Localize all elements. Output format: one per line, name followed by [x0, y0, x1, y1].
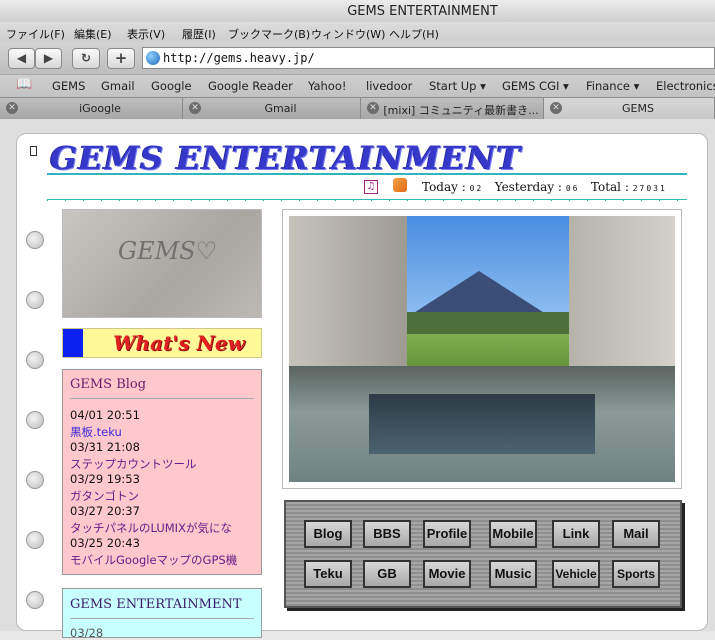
gems-sand-photo: GEMS♡ [62, 209, 262, 318]
tab-label: Gmail [264, 102, 297, 115]
close-icon[interactable]: ✕ [6, 102, 18, 114]
close-icon[interactable]: ✕ [550, 102, 562, 114]
bookmark-livedoor[interactable]: livedoor [366, 79, 412, 93]
tab-igoogle[interactable]: ✕ iGoogle [0, 98, 183, 119]
entry-link[interactable]: タッチパネルのLUMIXが気にな [70, 520, 232, 536]
nav-mobile-button[interactable]: Mobile [489, 520, 537, 548]
nav-link-button[interactable]: Link [552, 520, 600, 548]
menu-bar: ファイル(F) 編集(E) 表示(V) 履歴(I) ブックマーク(B) ウィンド… [0, 22, 715, 42]
bookmark-yahoo[interactable]: Yahoo! [308, 79, 346, 93]
menu-bookmarks[interactable]: ブックマーク(B) [228, 26, 310, 42]
nav-blog-button[interactable]: Blog [304, 520, 352, 548]
menu-edit[interactable]: 編集(E) [74, 26, 112, 42]
entry-link[interactable]: ガタンゴトン [70, 488, 139, 504]
music-icon[interactable]: ♫ [364, 180, 378, 194]
binder-hole-icon [26, 291, 44, 309]
small-image-icon [30, 146, 37, 156]
photo-scrawl-text: GEMS♡ [118, 237, 218, 265]
window-title: GEMS ENTERTAINMENT [347, 4, 498, 19]
total-label: Total : [590, 180, 629, 194]
nav-movie-button[interactable]: Movie [423, 560, 471, 588]
nav-mail-button[interactable]: Mail [612, 520, 660, 548]
binder-hole-icon [26, 351, 44, 369]
book-icon[interactable]: 📖 [16, 77, 32, 92]
bookmark-google-reader[interactable]: Google Reader [208, 79, 293, 93]
tab-label: [mixi] コミュニティ最新書き... [383, 104, 539, 117]
bookmark-gems-cgi[interactable]: GEMS CGI ▾ [502, 79, 569, 93]
nav-vehicle-button[interactable]: Vehicle [552, 560, 600, 588]
nav-bbs-button[interactable]: BBS [363, 520, 411, 548]
divider [70, 398, 254, 399]
blog-box: GEMS Blog 04/01 20:51 黒板.teku 03/31 21:0… [62, 369, 262, 575]
menu-history[interactable]: 履歴(I) [182, 26, 216, 42]
rss-icon[interactable] [393, 178, 407, 192]
entry-link[interactable]: 黒板.teku [70, 424, 122, 440]
bookmark-google[interactable]: Google [151, 79, 192, 93]
today-label: Today : [422, 180, 466, 194]
entry-date: 03/28 [70, 626, 104, 640]
nav-teku-button[interactable]: Teku [304, 560, 352, 588]
whats-new-text: What's New [113, 331, 245, 355]
gems-box-title[interactable]: GEMS ENTERTAINMENT [70, 597, 242, 612]
tab-bar: ✕ iGoogle ✕ Gmail ✕ [mixi] コミュニティ最新書き...… [0, 97, 715, 121]
divider [47, 199, 687, 201]
url-text[interactable]: http://gems.heavy.jp/ [163, 51, 315, 65]
binder-hole-icon [26, 411, 44, 429]
entry-link[interactable]: モバイルGoogleマップのGPS機 [70, 552, 237, 568]
site-logo[interactable]: GEMS ENTERTAINMENT [50, 139, 521, 177]
toolbar: ◀ ▶ ↻ + http://gems.heavy.jp/ [0, 42, 715, 74]
blog-title[interactable]: GEMS Blog [70, 377, 146, 392]
add-bookmark-button[interactable]: + [107, 48, 135, 69]
back-button[interactable]: ◀ [8, 48, 35, 69]
entry-date: 03/29 19:53 [70, 472, 140, 486]
entry-date: 03/27 20:37 [70, 504, 140, 518]
tab-gems[interactable]: ✕ GEMS [544, 98, 715, 119]
nav-sports-button[interactable]: Sports [612, 560, 660, 588]
menu-help[interactable]: ヘルプ(H) [389, 26, 439, 42]
bookmark-finance[interactable]: Finance ▾ [586, 79, 639, 93]
close-icon[interactable]: ✕ [367, 102, 379, 114]
entry-date: 03/31 21:08 [70, 440, 140, 454]
menu-view[interactable]: 表示(V) [127, 26, 165, 42]
globe-icon [146, 51, 160, 65]
access-counter: Today : 02 Yesterday : 06 Total : 27031 [422, 180, 667, 194]
bookmark-gems[interactable]: GEMS [52, 79, 85, 93]
nav-profile-button[interactable]: Profile [423, 520, 471, 548]
tab-label: iGoogle [79, 102, 121, 115]
bookmarks-bar: 📖 GEMS Gmail Google Google Reader Yahoo!… [0, 74, 715, 97]
today-count: 02 [469, 184, 484, 193]
nav-music-button[interactable]: Music [489, 560, 537, 588]
bookmark-gmail[interactable]: Gmail [101, 79, 135, 93]
divider [70, 618, 254, 619]
menu-window[interactable]: ウィンドウ(W) [311, 26, 385, 42]
reload-button[interactable]: ↻ [72, 48, 100, 69]
divider [47, 173, 687, 175]
bookmark-electronics[interactable]: Electronics [656, 79, 715, 93]
address-bar[interactable]: http://gems.heavy.jp/ [142, 47, 715, 69]
entry-link[interactable]: ステップカウントツール [70, 456, 197, 472]
binder-hole-icon [26, 471, 44, 489]
entry-date: 03/25 20:43 [70, 536, 140, 550]
whats-new-banner[interactable]: What's New [62, 328, 262, 358]
nav-menu-panel: Blog BBS Profile Mobile Link Mail Teku G… [284, 500, 682, 608]
total-count: 27031 [632, 184, 667, 193]
yesterday-label: Yesterday : [494, 180, 562, 194]
yesterday-count: 06 [565, 184, 580, 193]
close-icon[interactable]: ✕ [189, 102, 201, 114]
tab-label: GEMS [622, 102, 654, 115]
landscape-photo [289, 216, 675, 482]
forward-button[interactable]: ▶ [35, 48, 62, 69]
menu-file[interactable]: ファイル(F) [6, 26, 65, 42]
binder-hole-icon [26, 591, 44, 609]
binder-hole-icon [26, 231, 44, 249]
bookmark-startup[interactable]: Start Up ▾ [429, 79, 486, 93]
tab-mixi[interactable]: ✕ [mixi] コミュニティ最新書き... [361, 98, 544, 119]
binder-hole-icon [26, 531, 44, 549]
entry-date: 04/01 20:51 [70, 408, 140, 422]
title-bar: GEMS ENTERTAINMENT [0, 0, 715, 22]
banner-blue-block [63, 329, 83, 357]
tab-gmail[interactable]: ✕ Gmail [183, 98, 361, 119]
nav-gb-button[interactable]: GB [363, 560, 411, 588]
